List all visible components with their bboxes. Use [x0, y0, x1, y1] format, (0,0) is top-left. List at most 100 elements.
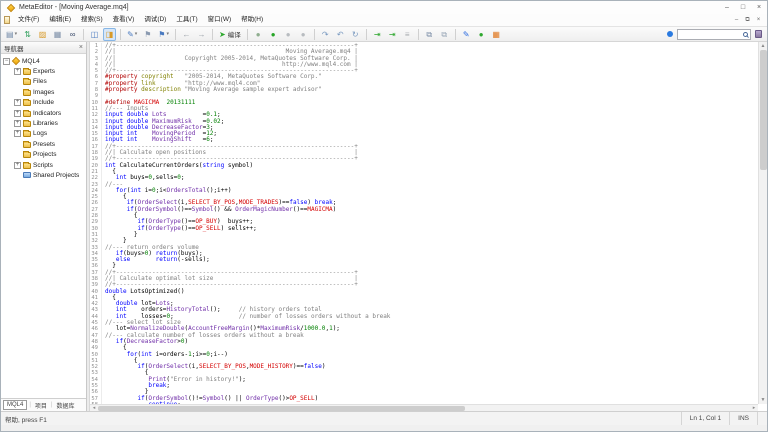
- run-to-cursor-button[interactable]: ⇥: [371, 28, 384, 41]
- debug-stop-button[interactable]: ●: [297, 28, 310, 41]
- expander-spacer: [14, 89, 21, 96]
- scroll-right-icon[interactable]: ▸: [750, 405, 758, 411]
- debug-pause-button[interactable]: ●: [282, 28, 295, 41]
- connection-status-icon: [667, 31, 673, 37]
- menu-debug[interactable]: 调试(D): [139, 14, 171, 26]
- menu-search[interactable]: 搜索(S): [76, 14, 108, 26]
- navigator-tab-mql4[interactable]: MQL4: [3, 400, 27, 410]
- horizontal-scrollbar[interactable]: ◂ ▸: [90, 404, 758, 411]
- navigator-tab-projects[interactable]: 项目: [33, 401, 49, 410]
- code-editor[interactable]: 1//+------------------------------------…: [90, 42, 767, 411]
- styler-dropdown-icon[interactable]: ▾: [135, 31, 138, 37]
- expander-closed-icon[interactable]: +: [14, 99, 21, 106]
- tree-item-experts[interactable]: +Experts: [1, 66, 86, 76]
- scroll-left-icon[interactable]: ◂: [90, 405, 98, 411]
- tree-item-label: Scripts: [33, 162, 53, 169]
- breakpoints-list-icon: ⚑: [158, 29, 165, 40]
- step-over-button[interactable]: ↶: [334, 28, 347, 41]
- resize-grip[interactable]: [757, 412, 767, 425]
- styler-button[interactable]: ✎▾: [125, 28, 139, 41]
- child-close-button[interactable]: ×: [753, 15, 764, 26]
- pause-script-button[interactable]: ≡: [401, 28, 414, 41]
- docs-book-icon[interactable]: [755, 30, 762, 38]
- debug-real-data-button[interactable]: ●: [252, 28, 265, 41]
- expander-closed-icon[interactable]: +: [14, 68, 21, 75]
- search-icon[interactable]: [743, 32, 748, 37]
- preview-page-button[interactable]: ⧉: [438, 28, 451, 41]
- tree-item-include[interactable]: +Include: [1, 98, 86, 108]
- maximize-button[interactable]: □: [735, 1, 751, 14]
- menu-tools[interactable]: 工具(T): [171, 14, 202, 26]
- tree-item-scripts[interactable]: + Scripts: [1, 160, 86, 170]
- metaquotes-pen-button[interactable]: ✎: [460, 28, 473, 41]
- breakpoint-flag-button[interactable]: ⚑: [141, 28, 154, 41]
- save-button[interactable]: ▦: [51, 28, 64, 41]
- menu-help[interactable]: 帮助(H): [236, 14, 268, 26]
- folder-icon: [23, 111, 31, 117]
- vertical-scroll-thumb[interactable]: [760, 50, 767, 170]
- new-file-button[interactable]: ▤▾: [4, 28, 19, 41]
- tree-item-logs[interactable]: + Logs: [1, 129, 86, 139]
- breakpoints-list-button[interactable]: ⚑▾: [156, 28, 171, 41]
- step-out-button[interactable]: ↻: [349, 28, 362, 41]
- expander-closed-icon[interactable]: +: [14, 162, 21, 169]
- menu-view[interactable]: 查看(V): [108, 14, 140, 26]
- breakpoints-list-dropdown-icon[interactable]: ▾: [166, 31, 169, 37]
- navigator-close-icon[interactable]: ×: [79, 44, 83, 52]
- toolbar-search-box[interactable]: [677, 29, 751, 40]
- market-box-button[interactable]: ▦: [490, 28, 503, 41]
- tree-item-projects[interactable]: Projects: [1, 150, 86, 160]
- step-into-button[interactable]: ↷: [319, 28, 332, 41]
- run-next-button[interactable]: ⇥: [386, 28, 399, 41]
- navigate-forward-button[interactable]: →: [195, 28, 208, 41]
- tree-item-shared-projects[interactable]: Shared Projects: [1, 170, 86, 180]
- vertical-scroll-track[interactable]: [759, 50, 767, 396]
- toolbar-search-input[interactable]: [680, 31, 743, 37]
- new-file-dropdown-icon[interactable]: ▾: [15, 31, 18, 37]
- child-restore-button[interactable]: ⧉: [742, 15, 753, 26]
- expander-closed-icon[interactable]: +: [14, 130, 21, 137]
- metaquotes-pen-icon: ✎: [463, 29, 470, 40]
- debug-start-button[interactable]: ●: [267, 28, 280, 41]
- expander-spacer: [14, 172, 21, 179]
- tree-item-mql4[interactable]: −MQL4: [1, 56, 86, 66]
- find-in-files-button[interactable]: ∞: [66, 28, 79, 41]
- copy-page-button[interactable]: ⧉: [423, 28, 436, 41]
- debug-pause-icon: ●: [286, 29, 291, 40]
- metaeditor-app-icon: [7, 3, 15, 11]
- compile-button[interactable]: ➤编译: [217, 28, 243, 41]
- minimize-button[interactable]: –: [719, 1, 735, 14]
- menu-window[interactable]: 窗口(W): [203, 14, 236, 26]
- tree-item-libraries[interactable]: +Libraries: [1, 118, 86, 128]
- child-minimize-button[interactable]: –: [731, 15, 742, 26]
- save-icon: ▦: [54, 29, 62, 40]
- insert-mode: INS: [729, 412, 757, 425]
- tree-item-label: Logs: [33, 130, 47, 137]
- compile-icon: ➤: [219, 29, 226, 40]
- open-folder-button[interactable]: ▨: [36, 28, 49, 41]
- tree-item-images[interactable]: Images: [1, 87, 86, 97]
- vertical-scrollbar[interactable]: ▲ ▼: [758, 42, 767, 404]
- toolbox-window-button[interactable]: ◫: [88, 28, 101, 41]
- run-to-cursor-icon: ⇥: [374, 29, 381, 40]
- navigate-back-button[interactable]: ←: [180, 28, 193, 41]
- scroll-up-icon[interactable]: ▲: [761, 42, 766, 50]
- storage-checkout-button[interactable]: ⇅: [21, 28, 34, 41]
- tree-item-files[interactable]: Files: [1, 77, 86, 87]
- expander-closed-icon[interactable]: +: [14, 120, 21, 127]
- tree-item-presets[interactable]: Presets: [1, 139, 86, 149]
- scroll-down-icon[interactable]: ▼: [761, 396, 766, 404]
- menu-file[interactable]: 文件(F): [13, 14, 44, 26]
- navigator-tab-database[interactable]: 数据库: [54, 401, 76, 410]
- toolbar-separator: [418, 29, 419, 40]
- tree-item-indicators[interactable]: +Indicators: [1, 108, 86, 118]
- community-globe-button[interactable]: ●: [475, 28, 488, 41]
- expander-closed-icon[interactable]: +: [14, 110, 21, 117]
- close-button[interactable]: ×: [751, 1, 767, 14]
- folder-icon: [23, 142, 31, 148]
- code-area[interactable]: 1//+------------------------------------…: [90, 42, 758, 404]
- horizontal-scroll-thumb[interactable]: [98, 406, 465, 411]
- navigator-toggle-button[interactable]: ◨: [103, 28, 116, 41]
- expander-open-icon[interactable]: −: [3, 58, 10, 65]
- menu-edit[interactable]: 编辑(E): [44, 14, 76, 26]
